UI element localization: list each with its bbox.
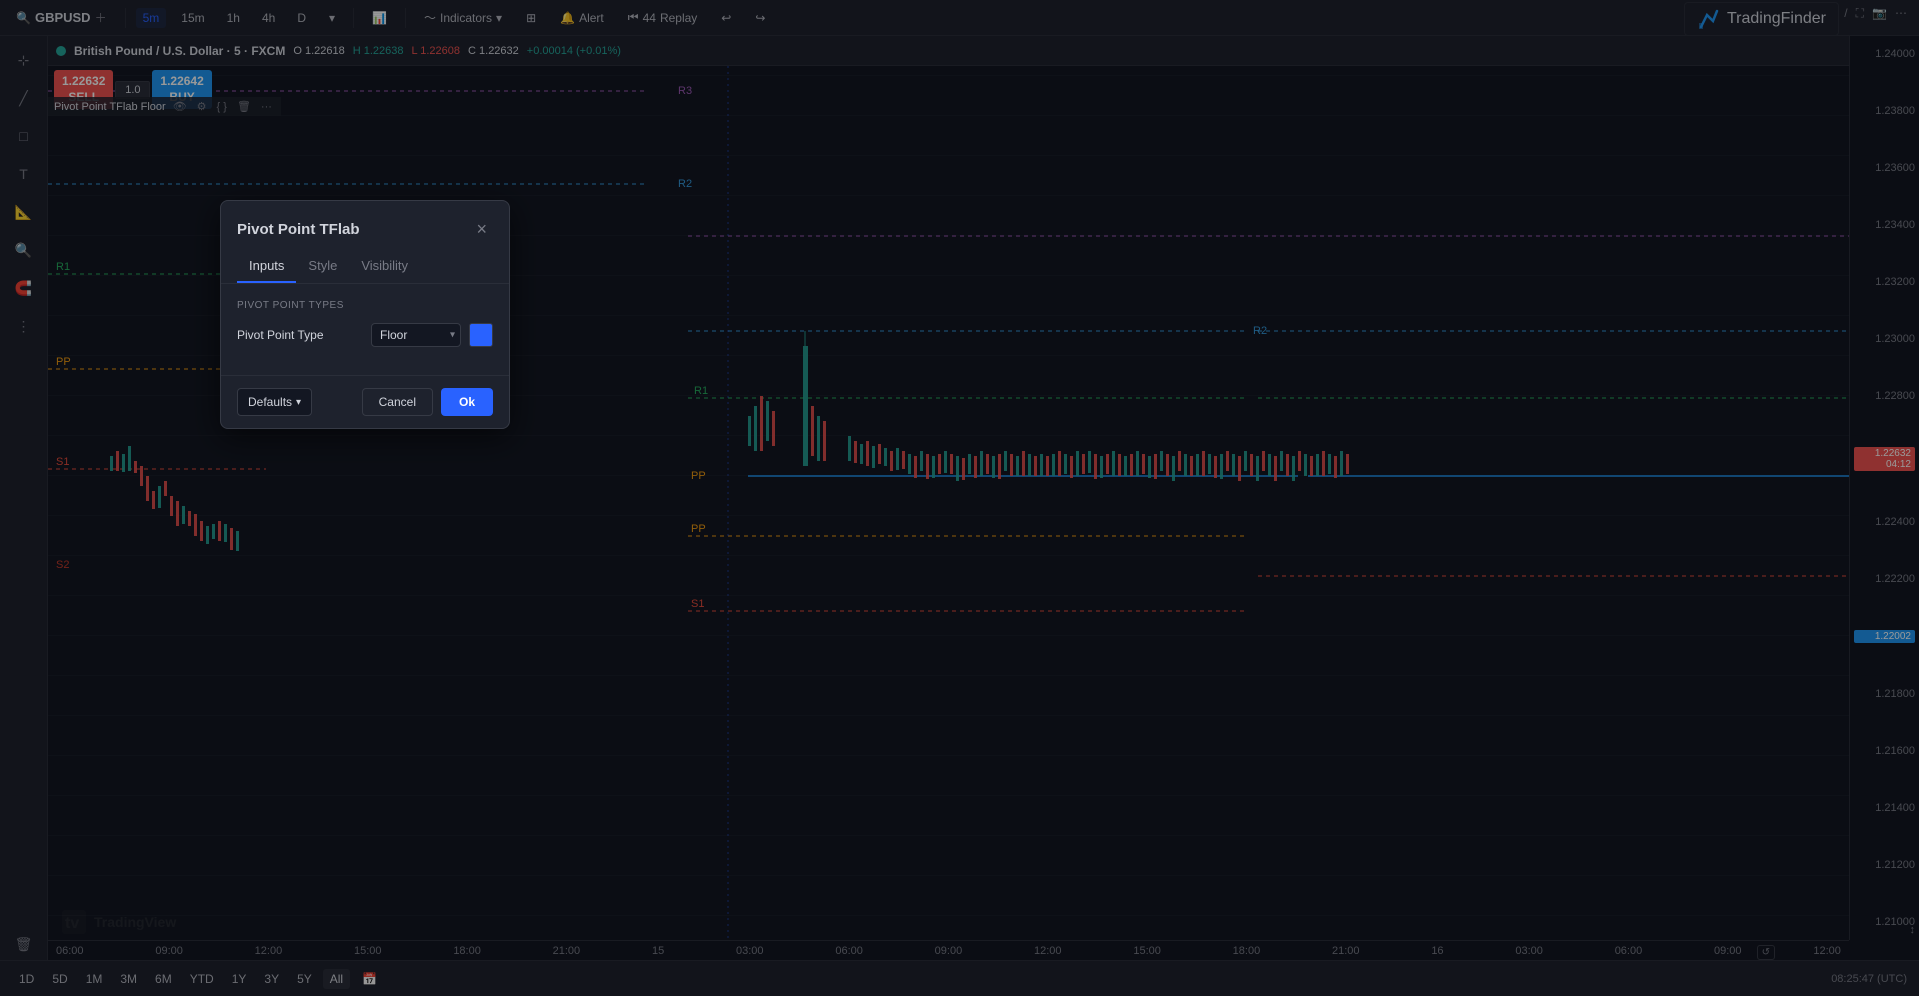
pivot-type-row: Pivot Point Type Floor Traditional Fibon… bbox=[237, 323, 493, 347]
footer-actions: Cancel Ok bbox=[362, 388, 493, 416]
close-button[interactable]: × bbox=[470, 217, 493, 242]
tab-style[interactable]: Style bbox=[296, 250, 349, 283]
defaults-button[interactable]: Defaults ▾ bbox=[237, 388, 312, 416]
pivot-dialog: Pivot Point TFlab × Inputs Style Visibil… bbox=[220, 200, 510, 429]
dialog-header: Pivot Point TFlab × bbox=[221, 201, 509, 250]
dialog-tabs: Inputs Style Visibility bbox=[221, 250, 509, 284]
defaults-chevron: ▾ bbox=[296, 397, 301, 408]
form-controls: Floor Traditional Fibonacci Woodie Camar… bbox=[371, 323, 493, 347]
ok-button[interactable]: Ok bbox=[441, 388, 493, 416]
pivot-type-select[interactable]: Floor Traditional Fibonacci Woodie Camar… bbox=[371, 323, 461, 347]
pivot-type-label: Pivot Point Type bbox=[237, 328, 324, 342]
dialog-body: PIVOT POINT TYPES Pivot Point Type Floor… bbox=[221, 284, 509, 375]
tab-visibility[interactable]: Visibility bbox=[349, 250, 420, 283]
dialog-footer: Defaults ▾ Cancel Ok bbox=[221, 375, 509, 428]
section-label: PIVOT POINT TYPES bbox=[237, 300, 493, 311]
tab-inputs[interactable]: Inputs bbox=[237, 250, 296, 283]
cancel-button[interactable]: Cancel bbox=[362, 388, 433, 416]
dialog-title: Pivot Point TFlab bbox=[237, 221, 360, 238]
modal-overlay: Pivot Point TFlab × Inputs Style Visibil… bbox=[0, 0, 1919, 996]
defaults-label: Defaults bbox=[248, 395, 292, 409]
color-swatch[interactable] bbox=[469, 323, 493, 347]
